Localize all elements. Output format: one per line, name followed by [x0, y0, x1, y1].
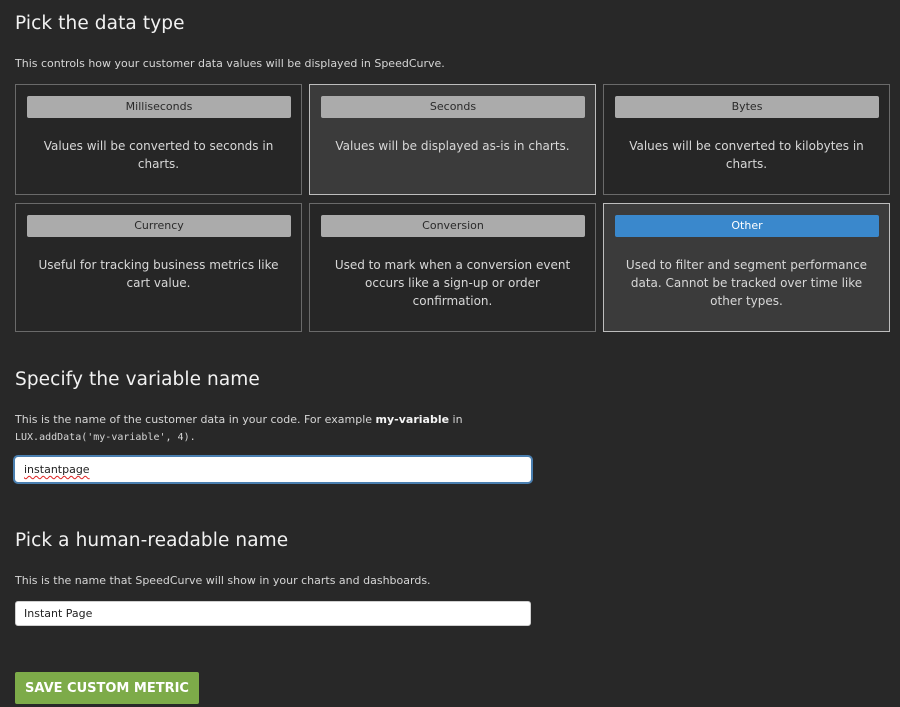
data-type-description: This controls how your customer data val…: [15, 57, 445, 70]
variable-name-input[interactable]: [15, 457, 531, 482]
data-type-card-milliseconds[interactable]: Milliseconds Values will be converted to…: [15, 84, 302, 195]
variable-example-name: my-variable: [375, 413, 450, 426]
data-type-label-other: Other: [615, 215, 879, 237]
human-name-input[interactable]: [15, 601, 531, 626]
variable-desc-prefix: This is the name of the customer data in…: [15, 413, 373, 426]
data-type-desc-currency: Useful for tracking business metrics lik…: [38, 258, 279, 290]
data-type-desc-seconds: Values will be displayed as-is in charts…: [335, 139, 570, 153]
data-type-desc-bytes: Values will be converted to kilobytes in…: [629, 139, 864, 171]
data-type-label-bytes: Bytes: [615, 96, 879, 118]
data-type-label-conversion: Conversion: [321, 215, 585, 237]
variable-name-description: This is the name of the customer data in…: [15, 413, 463, 426]
data-type-desc-other: Used to filter and segment performance d…: [625, 258, 868, 308]
variable-name-title: Specify the variable name: [15, 369, 260, 390]
data-type-card-bytes[interactable]: Bytes Values will be converted to kiloby…: [603, 84, 890, 195]
human-name-description: This is the name that SpeedCurve will sh…: [15, 574, 431, 587]
data-type-label-milliseconds: Milliseconds: [27, 96, 291, 118]
human-name-title: Pick a human-readable name: [15, 530, 289, 551]
data-type-card-other[interactable]: Other Used to filter and segment perform…: [603, 203, 890, 332]
data-type-title: Pick the data type: [15, 13, 185, 34]
variable-desc-suffix: in: [452, 413, 463, 426]
data-type-label-currency: Currency: [27, 215, 291, 237]
save-custom-metric-button[interactable]: SAVE CUSTOM METRIC: [15, 672, 199, 704]
data-type-label-seconds: Seconds: [321, 96, 585, 118]
data-type-card-currency[interactable]: Currency Useful for tracking business me…: [15, 203, 302, 332]
data-type-desc-conversion: Used to mark when a conversion event occ…: [334, 258, 571, 308]
data-type-card-conversion[interactable]: Conversion Used to mark when a conversio…: [309, 203, 596, 332]
data-type-card-seconds[interactable]: Seconds Values will be displayed as-is i…: [309, 84, 596, 195]
data-type-desc-milliseconds: Values will be converted to seconds in c…: [43, 139, 274, 171]
variable-code-example: LUX.addData('my-variable', 4).: [15, 432, 196, 443]
